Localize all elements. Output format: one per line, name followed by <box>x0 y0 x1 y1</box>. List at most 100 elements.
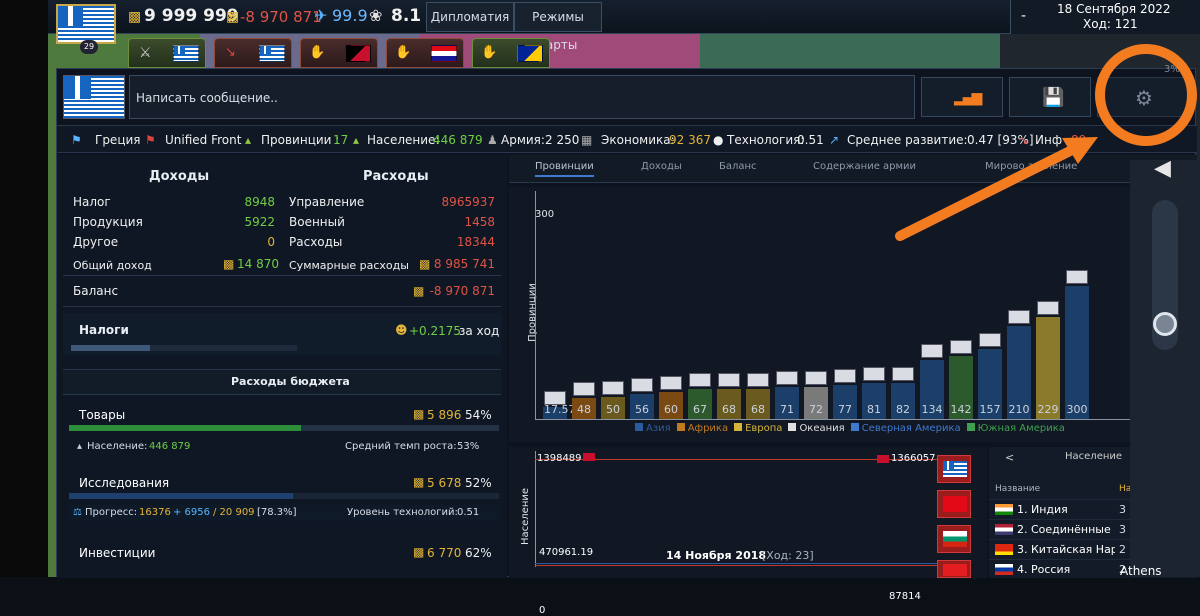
bars-layer: 17.57 48 50 56 60 67 68 68 71 72 77 81 82 134 142 157 21… <box>509 187 1197 442</box>
diplomacy-button[interactable]: Дипломатия <box>426 2 514 32</box>
settings-button[interactable]: ⚙ 3% <box>1097 64 1191 117</box>
taxes-slider[interactable] <box>71 345 297 351</box>
collapse-arrow-icon[interactable]: ◀ <box>1154 156 1171 181</box>
techlevel-value: 0.51 <box>457 507 480 518</box>
bar-flag-icon <box>1037 301 1059 316</box>
taxes-per-turn: за ход <box>459 324 500 338</box>
date-label: 18 Сентября 2022 <box>1057 2 1171 16</box>
coins-icon: ▩ <box>413 407 425 421</box>
bar-value-label: 82 <box>896 403 910 416</box>
player-flag[interactable]: 29 <box>56 4 116 54</box>
right-sidebar: ◀ Athens <box>1120 156 1200 578</box>
tab-decline-greece[interactable]: ↘ <box>214 38 292 68</box>
legend-item[interactable]: Южная Америка <box>966 423 1065 434</box>
legend-item[interactable]: Северная Америка <box>850 423 961 434</box>
signal-button[interactable]: ▂▄▆ <box>921 77 1003 117</box>
ranking-prev-button[interactable]: < <box>1005 451 1014 464</box>
research-slider-fill <box>69 493 293 499</box>
alliance-name[interactable]: Unified Front <box>165 133 241 147</box>
country-flag-icon <box>995 564 1013 575</box>
total-expense-label: Суммарные расходы <box>289 259 409 272</box>
tab-provinces[interactable]: Провинции <box>535 161 594 177</box>
invest-label: Инвестиции <box>79 546 156 560</box>
taxes-slider-fill <box>71 345 151 351</box>
research-slider[interactable] <box>69 493 499 499</box>
bar-flag-icon <box>660 376 682 391</box>
country-name[interactable]: Греция <box>95 133 141 147</box>
flag-square-turkey[interactable] <box>937 490 971 518</box>
date-panel[interactable]: - 18 Сентября 2022 Ход: 121 <box>1010 0 1200 34</box>
taxes-label: Налоги <box>79 323 129 337</box>
expense-label: Управление <box>289 195 365 209</box>
pop-value: 446 879 <box>149 441 191 452</box>
provinces-value: 17 <box>333 133 349 147</box>
legend-item[interactable]: Европа <box>734 423 782 434</box>
balance-value: -8 970 871 <box>429 284 495 298</box>
zoom-out-button[interactable]: - <box>1021 8 1026 24</box>
progress-percent: [78.3%] <box>257 507 297 518</box>
tab-balance[interactable]: Баланс <box>719 161 757 172</box>
total-expense-value: 8 985 741 <box>433 257 495 271</box>
army-value: 2 250 <box>545 133 580 147</box>
tab-pact-croatia[interactable]: ✋ <box>386 38 464 68</box>
pop-label: Население: <box>87 441 148 452</box>
factory-icon: ▦ <box>581 133 593 147</box>
flag-square-albania[interactable] <box>937 560 971 578</box>
army-icon: ♟ <box>487 133 498 147</box>
flag-square-bulgaria[interactable] <box>937 525 971 553</box>
tab-pact-bosnia[interactable]: ✋ <box>472 38 550 68</box>
goods-slider-fill <box>69 425 302 431</box>
tab-income[interactable]: Доходы <box>641 161 682 172</box>
economy-value: 92 367 <box>669 133 711 147</box>
bar-flag-icon <box>718 372 740 387</box>
tab-pact-papua[interactable]: ✋ <box>300 38 378 68</box>
slider-handle[interactable] <box>1153 312 1177 336</box>
greece-flag-icon <box>173 45 199 62</box>
legend-item[interactable]: Азия <box>635 423 671 434</box>
bar-flag-icon <box>776 371 798 386</box>
army-label: Армия: <box>501 133 545 147</box>
column-name[interactable]: Название <box>995 484 1040 494</box>
bar-value-label: 300 <box>1066 403 1088 416</box>
chart-legend: Азия Африка Европа Океания Северная Америка Ю… <box>635 423 1115 437</box>
crossed-swords-icon: ⚔ <box>139 45 152 61</box>
tab-war-greece[interactable]: ⚔ <box>128 38 206 68</box>
country-flag[interactable] <box>63 75 125 119</box>
city-label[interactable]: Athens <box>1120 564 1162 578</box>
chart-turn: [Ход: 23] <box>762 549 814 562</box>
money-value: 9 999 999 <box>144 6 239 26</box>
bar-flag-icon <box>689 373 711 388</box>
low-label: 87814 <box>889 591 921 602</box>
bar-value-label: 50 <box>606 403 620 416</box>
bar-value-label: 81 <box>867 403 881 416</box>
taxes-section[interactable]: Налоги ☻ +0.2175 за ход <box>63 313 501 355</box>
inflation-label: Инф <box>1035 133 1063 147</box>
budget-panel: Доходы Расходы Налог 8948 Продукция 5922… <box>57 155 507 578</box>
albania-flag-icon <box>943 564 967 576</box>
gear-icon: ⚙ <box>1135 86 1153 110</box>
expense-label: Расходы <box>289 235 343 249</box>
map-modes-button[interactable]: Режимы карты <box>514 2 602 52</box>
goods-value: 5 896 <box>427 408 462 422</box>
vertical-slider[interactable] <box>1152 200 1178 350</box>
expense-value: 1458 <box>464 215 495 229</box>
money-delta: -8 970 871 <box>240 8 322 26</box>
bar-flag-icon <box>747 372 769 387</box>
air-value: 99.9 <box>332 6 368 25</box>
legend-item[interactable]: Океания <box>788 423 845 434</box>
coins-icon: ▩ <box>413 284 425 298</box>
tab-army-upkeep[interactable]: Содержание армии <box>813 161 916 172</box>
goods-slider[interactable] <box>69 425 499 431</box>
flag-square-greece[interactable] <box>937 455 971 483</box>
coins-icon: ▩ <box>419 257 431 271</box>
bar-flag-icon <box>863 367 885 382</box>
balance-row: Баланс ▩ -8 970 871 <box>63 275 501 307</box>
tab-world-population[interactable]: Мирово аселение <box>985 161 1077 172</box>
message-input[interactable]: Написать сообщение.. <box>129 75 915 119</box>
chart-tabs: Провинции Доходы Баланс Содержание армии… <box>509 155 1197 183</box>
legend-item[interactable]: Африка <box>676 423 728 434</box>
bar-flag-icon <box>602 380 624 395</box>
bar[interactable] <box>1065 285 1089 419</box>
provinces-label: Провинции : <box>261 133 340 147</box>
save-button[interactable]: 💾 <box>1009 77 1091 117</box>
